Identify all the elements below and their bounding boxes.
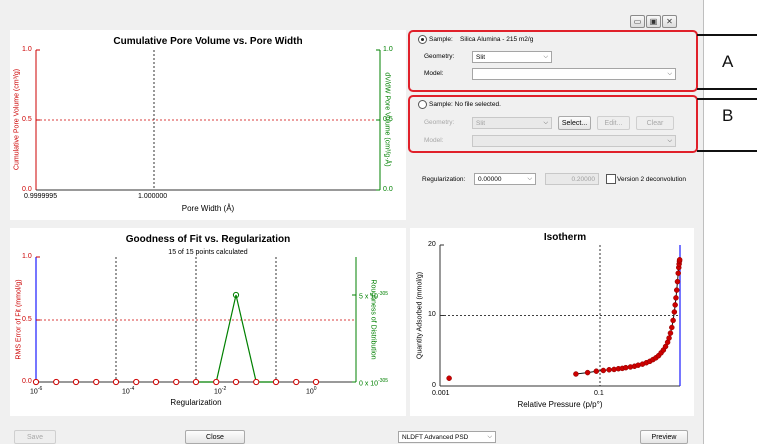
version2-label: Version 2 deconvolution — [617, 176, 687, 183]
rms-error-point — [192, 378, 200, 386]
close-icon[interactable]: ✕ — [662, 15, 677, 28]
iso-xtick-label: 0.001 — [432, 390, 450, 397]
minimize-icon[interactable]: ▭ — [630, 15, 645, 28]
pore-ytick-right: 0.0 — [383, 186, 393, 193]
rms-error-point — [272, 378, 280, 386]
rms-error-point — [93, 378, 100, 386]
fit-xtick: 100 — [306, 386, 317, 396]
isotherm-chart-panel: Isotherm 20 10 0 0.001 0.1 Relative Pres… — [410, 228, 694, 416]
regularization-numeric-field[interactable]: 0.20000 — [545, 173, 599, 185]
isotherm-point — [606, 367, 612, 373]
maximize-icon[interactable]: ▣ — [646, 15, 661, 28]
pore-ytick-left: 0.0 — [22, 186, 32, 193]
callout-line-a — [697, 34, 757, 36]
fit-xtick: 10-4 — [122, 386, 135, 396]
rms-error-point — [213, 378, 220, 386]
roughness-line — [196, 294, 276, 383]
regularization-value: 0.00000 — [478, 176, 502, 183]
fit-ytick-left: 0.0 — [22, 378, 32, 385]
iso-x-label: Relative Pressure (p/p°) — [517, 400, 603, 409]
callout-label-a: A — [722, 52, 734, 71]
fit-ytick-left: 0.5 — [22, 316, 32, 323]
callout-box-b — [408, 95, 698, 153]
rms-error-point — [152, 378, 160, 386]
version2-checkbox[interactable] — [606, 174, 616, 184]
fit-xtick: 10-6 — [30, 386, 43, 396]
method-select[interactable]: NLDFT Advanced PSD ⌵ — [398, 431, 496, 443]
fit-chart-panel: Goodness of Fit vs. Regularization 15 of… — [10, 228, 406, 416]
method-value: NLDFT Advanced PSD — [402, 434, 469, 441]
isotherm-point — [673, 287, 680, 293]
close-button[interactable]: Close — [185, 430, 245, 444]
pore-chart-svg — [35, 49, 381, 191]
save-button[interactable]: Save — [14, 430, 56, 444]
isotherm-point — [446, 375, 452, 381]
pore-xtick: 0.9999995 — [24, 193, 58, 200]
callout-line-b — [697, 98, 757, 100]
iso-ytick-label: 10 — [428, 311, 436, 318]
iso-ytick-label: 0 — [432, 382, 436, 389]
isotherm-point — [671, 309, 678, 315]
isotherm-point — [670, 317, 676, 324]
rms-error-point — [133, 378, 140, 386]
isotherm-point — [673, 295, 679, 301]
iso-xtick-label: 0.1 — [594, 390, 604, 397]
isotherm-point — [672, 302, 678, 308]
pore-chart-panel: Cumulative Pore Volume vs. Pore Width 1.… — [10, 30, 406, 220]
isotherm-point — [674, 278, 681, 285]
isotherm-point — [666, 335, 672, 341]
rms-error-point — [112, 378, 120, 386]
regularization-label: Regularization: — [422, 176, 466, 183]
regularization-select[interactable]: 0.00000 ⌵ — [474, 173, 536, 185]
pore-y-left-label: Cumulative Pore Volume (cm³/g) — [13, 68, 21, 171]
callout-box-a — [408, 30, 698, 92]
isotherm-point — [573, 371, 579, 377]
isotherm-point — [669, 324, 675, 331]
callout-line-b-bottom — [697, 150, 757, 152]
fit-y-left-label: RMS Error of Fit (mmol/g) — [15, 279, 23, 360]
fit-xtick: 10-2 — [214, 386, 227, 396]
rms-error-point — [293, 378, 300, 386]
pore-ytick-right: 1.0 — [383, 46, 393, 53]
isotherm-point — [600, 367, 607, 374]
callout-line-a-bottom — [697, 88, 757, 90]
rms-error-point — [312, 378, 320, 386]
fit-ytick-right: 0 x 10-305 — [359, 378, 389, 388]
rms-error-point — [32, 378, 40, 386]
isotherm-chart-svg — [439, 244, 683, 387]
fit-x-label: Regularization — [170, 398, 222, 407]
rms-error-point — [253, 378, 260, 386]
pore-y-right-label: dV/dW Pore Volume (cm³/g·Å) — [383, 72, 391, 167]
pore-xtick: 1.000000 — [138, 193, 168, 200]
isotherm-point — [623, 364, 629, 371]
rms-error-point — [173, 378, 180, 386]
pore-x-label: Pore Width (Å) — [181, 204, 235, 213]
isotherm-fit-line — [575, 259, 681, 375]
isotherm-point — [667, 330, 674, 336]
rms-error-point — [53, 378, 60, 386]
isotherm-point — [584, 369, 591, 376]
pore-ytick-left: 1.0 — [22, 46, 32, 53]
fit-chart-svg — [32, 256, 357, 386]
chevron-down-icon: ⌵ — [487, 434, 492, 440]
rms-error-point — [232, 378, 240, 386]
pore-ytick-left: 0.5 — [22, 116, 32, 123]
iso-y-label: Quantity Adsorbed (mmol/g) — [416, 271, 424, 360]
isotherm-point — [593, 368, 600, 374]
iso-ytick-label: 20 — [428, 241, 436, 248]
fit-y-right-label: Roughness of Distribution — [369, 279, 377, 360]
isotherm-point — [676, 257, 683, 263]
callout-label-b: B — [722, 106, 734, 125]
fit-ytick-left: 1.0 — [22, 253, 32, 260]
chevron-down-icon: ⌵ — [527, 176, 532, 182]
preview-button[interactable]: Preview — [640, 430, 688, 444]
isotherm-point — [675, 270, 681, 276]
rms-error-point — [72, 378, 80, 386]
